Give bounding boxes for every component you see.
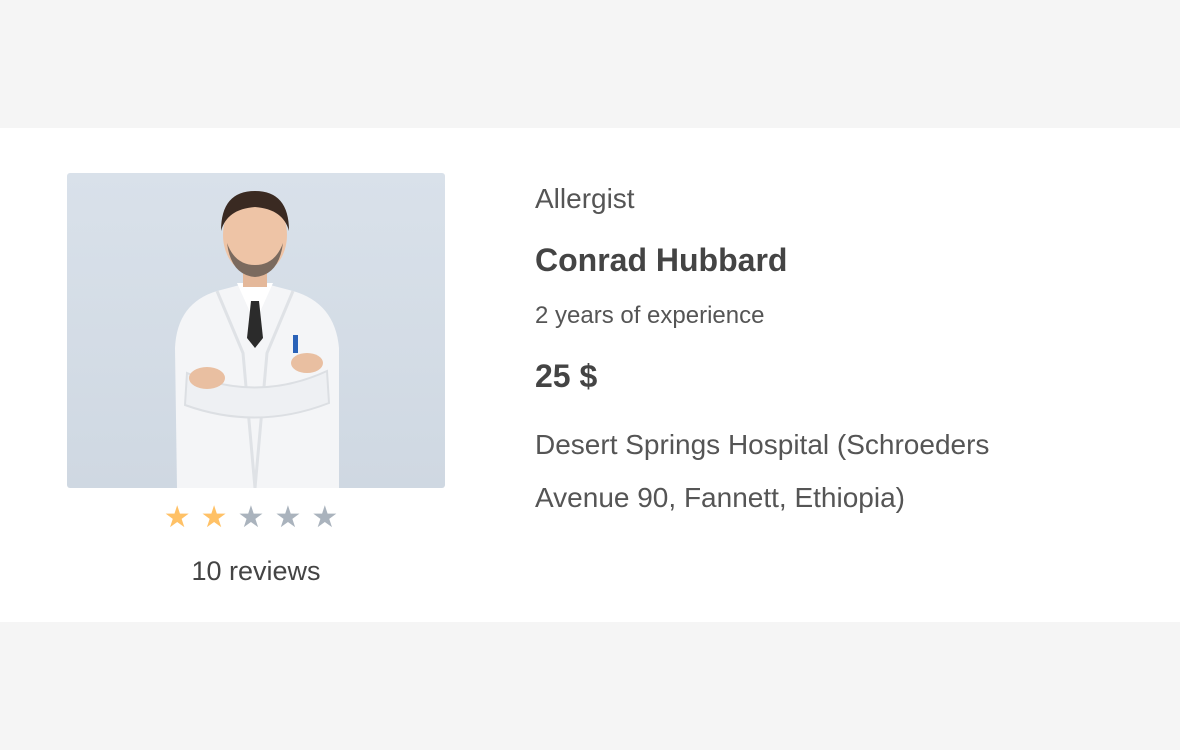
star-icon: ★ <box>200 501 238 534</box>
doctor-info: Allergist Conrad Hubbard 2 years of expe… <box>535 180 1135 524</box>
reviews-count[interactable]: 10 reviews <box>0 556 512 587</box>
star-icon: ★ <box>163 501 201 534</box>
doctor-address: Desert Springs Hospital (Schroeders Aven… <box>535 429 990 513</box>
doctor-price: 25 $ <box>535 358 598 394</box>
doctor-specialty: Allergist <box>535 183 635 214</box>
doctor-photo[interactable] <box>67 173 445 488</box>
star-icon: ★ <box>311 501 349 534</box>
star-icon: ★ <box>237 501 275 534</box>
doctor-experience: 2 years of experience <box>535 302 765 329</box>
doctor-name[interactable]: Conrad Hubbard <box>535 240 1135 280</box>
star-icon: ★ <box>274 501 312 534</box>
rating-stars: ★★★★★ <box>0 500 512 536</box>
